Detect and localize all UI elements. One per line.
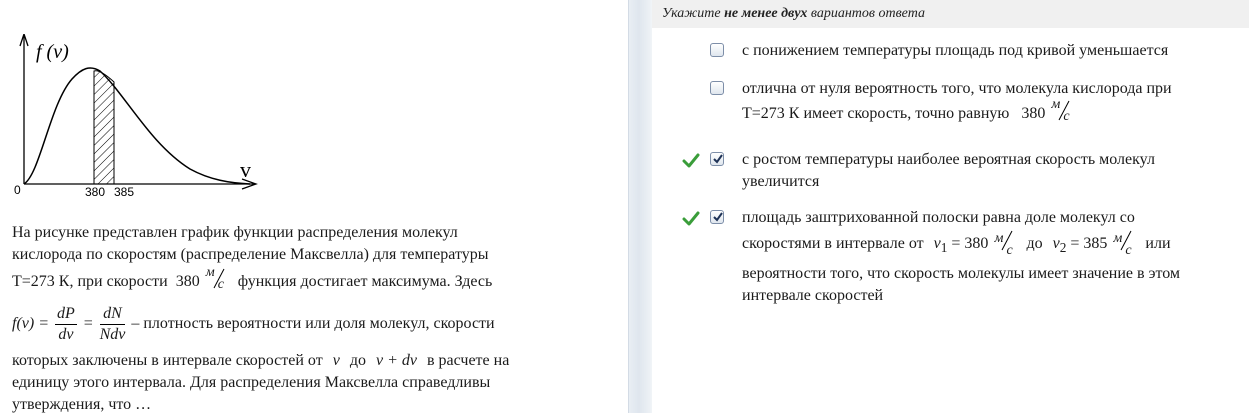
panel-divider (628, 0, 652, 413)
y-axis-label: f (v) (36, 41, 69, 63)
checkbox-option-4[interactable] (710, 210, 724, 224)
answer-option-2[interactable]: отлична от нуля вероятность того, что мо… (710, 78, 1249, 125)
maxwell-distribution-graph: f (v) v 0 380 385 (14, 34, 258, 199)
question-line-2: кислорода по скоростям (распределение Ма… (12, 246, 489, 263)
tick-380: 380 (85, 185, 105, 199)
unit-m-per-s: м с (205, 265, 225, 292)
question-line-1: На рисунке представлен график функции ра… (12, 224, 458, 241)
answer-option-2-line-2: T=273 К имеет скорость, точно равную 380… (742, 97, 1070, 124)
hatched-strip (93, 70, 115, 185)
question-line-3: T=273 К, при скорости 380 м с функция до… (12, 265, 493, 292)
answer-option-3-line-1: с ростом температуры наиболее вероятная … (742, 151, 1155, 168)
question-panel: f (v) v 0 380 385 На рисунке представлен… (0, 0, 628, 413)
answers-panel: Укажите не менее двух вариантов ответа с… (652, 0, 1249, 413)
x-axis-label: v (240, 157, 251, 182)
answer-option-4-line-2: скоростями в интервале от v1 = 380 м с д… (742, 230, 1171, 258)
answers-instruction: Укажите не менее двух вариантов ответа (652, 0, 1249, 28)
correct-check-icon (682, 210, 700, 226)
answer-option-4-line-3: вероятности того, что скорость молекулы … (742, 265, 1181, 283)
checkbox-option-2[interactable] (710, 81, 724, 95)
answer-option-3-line-2: увеличится (742, 173, 820, 190)
question-line-6: единицу этого интервала. Для распределен… (12, 374, 491, 391)
answer-option-1[interactable]: с понижением температуры площадь под кри… (710, 40, 1249, 62)
distribution-curve (23, 67, 251, 185)
origin-label: 0 (14, 183, 21, 197)
tick-385: 385 (114, 185, 134, 199)
answer-option-4[interactable]: площадь заштрихованной полоски равна дол… (682, 207, 1249, 307)
answer-option-4-line-4: интервале скоростей (742, 287, 884, 305)
answer-option-3[interactable]: с ростом температуры наиболее вероятная … (682, 149, 1249, 193)
checkbox-option-1[interactable] (710, 43, 724, 57)
correct-check-icon (682, 152, 700, 168)
answer-option-1-label: с понижением температуры площадь под кри… (742, 42, 1169, 59)
checkbox-option-3[interactable] (710, 152, 724, 166)
question-line-5: которых заключены в интервале скоростей … (12, 352, 510, 369)
answer-option-2-line-1: отлична от нуля вероятность того, что мо… (742, 80, 1172, 97)
density-formula: f(v) = dP dv = dN Ndv (12, 305, 126, 343)
question-formula-line: f(v) = dP dv = dN Ndv – плотность вероятно… (12, 305, 495, 343)
